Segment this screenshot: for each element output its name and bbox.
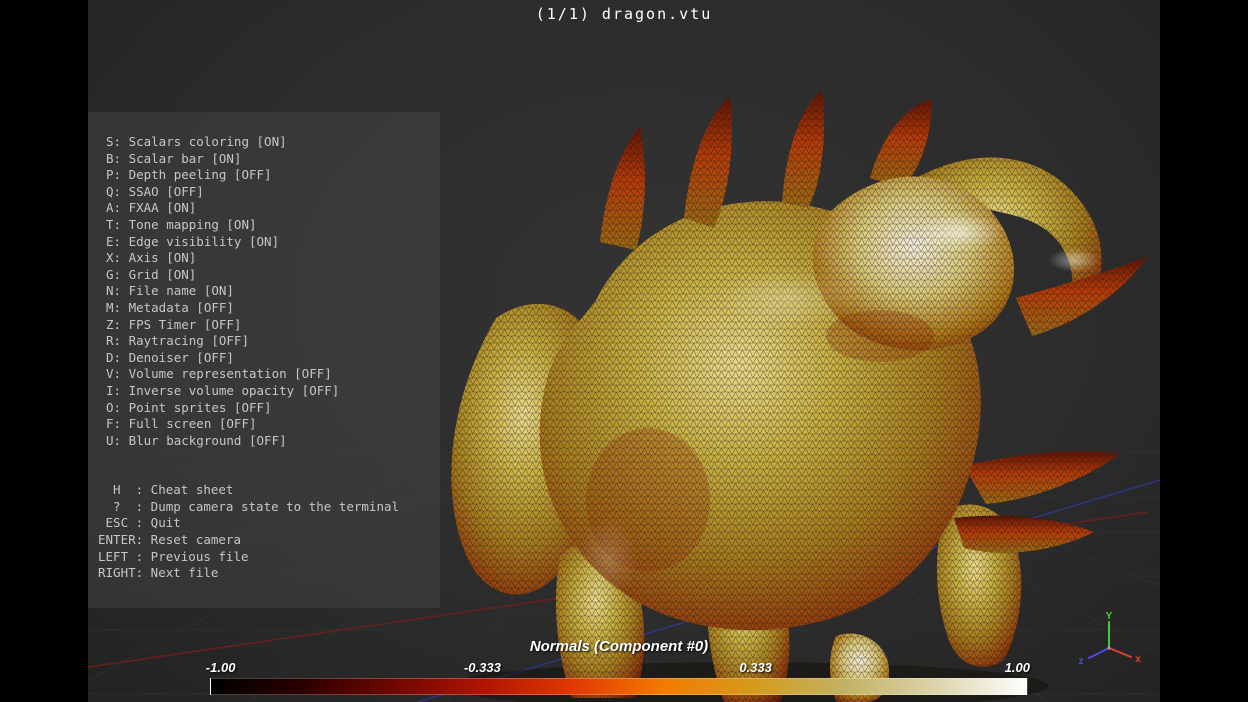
cheatsheet-toggle-line: E: Edge visibility [ON] [106,234,434,251]
scalarbar-ticks: -1.00-0.3330.3331.00 [210,660,1028,676]
cheatsheet-toggle-line: X: Axis [ON] [106,250,434,267]
cheatsheet-toggle-line: A: FXAA [ON] [106,200,434,217]
cheatsheet-command-line: ESC : Quit [98,515,434,532]
cheatsheet-toggle-line: R: Raytracing [OFF] [106,333,434,350]
cheatsheet-gap [98,449,434,482]
axis-y-label: Y [1106,611,1113,622]
cheatsheet-command-line: H : Cheat sheet [98,482,434,499]
scalarbar-tick: 1.00 [1005,660,1030,675]
scalarbar-tick: -0.333 [464,660,501,675]
viewport-3d[interactable]: (1/1) dragon.vtu S: Scalars coloring [ON… [88,0,1160,702]
cheatsheet-command-line: RIGHT: Next file [98,565,434,582]
cheatsheet-command-line: LEFT : Previous file [98,549,434,566]
axes-origin-dot [1107,646,1110,649]
cheatsheet-toggle-line: B: Scalar bar [ON] [106,151,434,168]
cheatsheet-toggle-line: T: Tone mapping [ON] [106,217,434,234]
cheatsheet-panel: S: Scalars coloring [ON]B: Scalar bar [O… [88,112,440,608]
cheatsheet-command-line: ENTER: Reset camera [98,532,434,549]
wireframe-overlay [428,80,1160,702]
cheatsheet-toggle-line: S: Scalars coloring [ON] [106,134,434,151]
dragon-model [428,80,1160,702]
cheatsheet-commands: H : Cheat sheet ? : Dump camera state to… [98,482,434,582]
scalarbar-title: Normals (Component #0) [210,638,1028,655]
cheatsheet-toggle-line: P: Depth peeling [OFF] [106,167,434,184]
cheatsheet-toggle-line: V: Volume representation [OFF] [106,366,434,383]
cheatsheet-toggle-line: Z: FPS Timer [OFF] [106,317,434,334]
cheatsheet-toggle-line: D: Denoiser [OFF] [106,350,434,367]
axis-x-line [1109,648,1131,657]
cheatsheet-command-line: ? : Dump camera state to the terminal [98,499,434,516]
scalar-bar: Normals (Component #0) -1.00-0.3330.3331… [210,638,1028,695]
letterbox-left [0,0,88,702]
cheatsheet-toggle-line: O: Point sprites [OFF] [106,400,434,417]
letterbox-right [1160,0,1248,702]
app-window: (1/1) dragon.vtu S: Scalars coloring [ON… [0,0,1248,702]
cheatsheet-toggle-line: Q: SSAO [OFF] [106,184,434,201]
axis-z-line [1089,648,1109,658]
scalarbar-tick: 0.333 [739,660,772,675]
cheatsheet-toggle-line: G: Grid [ON] [106,267,434,284]
cheatsheet-toggles: S: Scalars coloring [ON]B: Scalar bar [O… [98,134,434,449]
cheatsheet-toggle-line: U: Blur background [OFF] [106,433,434,450]
axis-x-label: x [1135,654,1141,665]
cheatsheet-toggle-line: M: Metadata [OFF] [106,300,434,317]
scalarbar-tick: -1.00 [206,660,236,675]
scalarbar-gradient [210,678,1028,695]
axis-z-label: z [1079,656,1084,667]
cheatsheet-toggle-line: I: Inverse volume opacity [OFF] [106,383,434,400]
cheatsheet-toggle-line: N: File name [ON] [106,283,434,300]
cheatsheet-toggle-line: F: Full screen [OFF] [106,416,434,433]
axes-widget: Y x z [1068,610,1150,674]
filename-display: (1/1) dragon.vtu [88,5,1160,23]
